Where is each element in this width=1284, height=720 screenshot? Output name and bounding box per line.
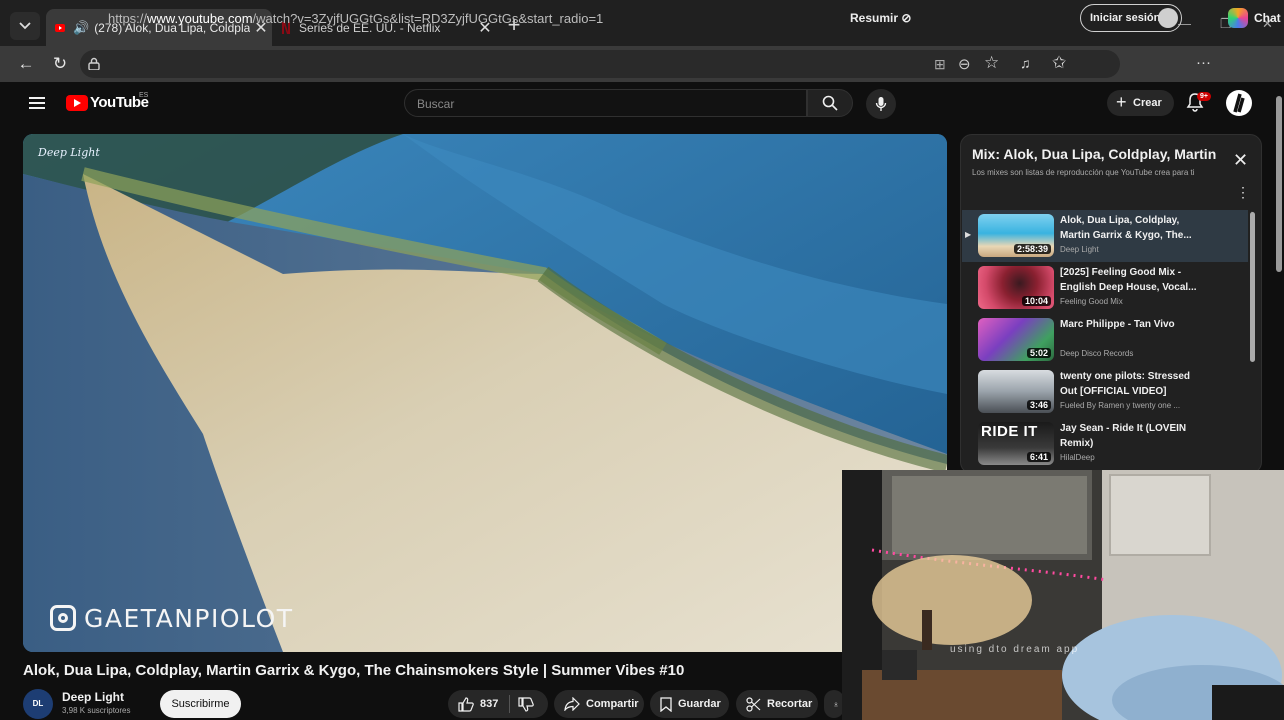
thumbs-up-icon	[458, 696, 474, 712]
playlist-item-title: twenty one pilots: Stressed Out [OFFICIA…	[1060, 371, 1191, 397]
webcam-caption: using dto dream app	[950, 644, 1080, 655]
video-watermark-instagram: GAETANPIOLOT	[50, 604, 294, 633]
like-dislike-group: 837	[448, 690, 548, 718]
summarize-button[interactable]: Resumir ⊘	[850, 11, 911, 25]
playlist-item[interactable]: 5:02 Marc Philippe - Tan Vivo Deep Disco…	[962, 314, 1248, 366]
favorite-star-icon[interactable]: ☆	[984, 53, 999, 73]
search-placeholder: Buscar	[417, 97, 455, 111]
playlist-more-icon[interactable]: ⋮	[1236, 184, 1250, 201]
summarize-icon: ⊘	[901, 11, 912, 25]
thumbnail-text: RIDE IT	[981, 423, 1038, 440]
speaker-icon[interactable]: 🔊	[73, 20, 89, 36]
country-code: ES	[139, 92, 149, 99]
chevron-down-icon	[19, 22, 31, 30]
playlist-title[interactable]: Mix: Alok, Dua Lipa, Coldplay, Martin Ga…	[972, 146, 1217, 162]
video-title: Alok, Dua Lipa, Coldplay, Martin Garrix …	[23, 662, 685, 679]
duration-badge: 10:04	[1021, 296, 1051, 306]
playlist-thumbnail: 3:46	[978, 370, 1054, 413]
reload-icon[interactable]: ↻	[48, 52, 72, 76]
reading-view-icon[interactable]: ⊞	[934, 56, 946, 73]
page-scrollbar[interactable]	[1276, 96, 1282, 272]
playlist-item-title: Marc Philippe - Tan Vivo	[1060, 319, 1175, 330]
playlist-subtitle: Los mixes son listas de reproducción que…	[972, 168, 1195, 177]
playlist-item-title: Jay Sean - Ride It (LOVEIN Remix)	[1060, 423, 1187, 449]
playlist-thumbnail: 2:58:39	[978, 214, 1054, 257]
clip-button[interactable]: Recortar	[736, 690, 818, 718]
back-icon[interactable]: ←	[14, 52, 38, 76]
search-button[interactable]	[807, 89, 853, 117]
save-button[interactable]: Guardar	[650, 690, 729, 718]
playlist-item-channel: HilalDeep	[1060, 453, 1095, 462]
download-button[interactable]	[824, 690, 844, 718]
copilot-icon[interactable]	[1228, 8, 1248, 28]
duration-badge: 2:58:39	[1013, 244, 1051, 254]
scissors-icon	[746, 696, 761, 712]
playlist-item-channel: Deep Light	[1060, 245, 1099, 254]
like-divider	[509, 695, 510, 713]
download-icon	[834, 702, 838, 707]
playlist-item[interactable]: RIDE IT 6:41 Jay Sean - Ride It (LOVEIN …	[962, 418, 1248, 470]
create-button[interactable]: Crear	[1107, 89, 1174, 116]
zoom-icon[interactable]: ⊖	[958, 55, 971, 73]
close-playlist-icon[interactable]: ✕	[1233, 150, 1248, 171]
chat-button[interactable]: Chat	[1254, 11, 1281, 25]
search-icon	[822, 95, 838, 111]
webcam-scene	[842, 470, 1284, 720]
extensions-icon[interactable]: ♫	[1020, 55, 1031, 71]
playlist-thumbnail: 10:04	[978, 266, 1054, 309]
subscriber-count: 3,98 K suscriptores	[62, 706, 131, 715]
playlist-item-title: Alok, Dua Lipa, Coldplay, Martin Garrix …	[1060, 215, 1192, 241]
playlist-item-channel: Feeling Good Mix	[1060, 297, 1123, 306]
favorites-icon[interactable]: ✩	[1052, 53, 1066, 73]
like-button[interactable]: 837	[448, 690, 498, 718]
playlist-item[interactable]: 3:46 twenty one pilots: Stressed Out [OF…	[962, 366, 1248, 418]
thumbs-down-icon[interactable]	[518, 697, 534, 712]
duration-badge: 6:41	[1026, 452, 1051, 462]
playlist-item-channel: Deep Disco Records	[1060, 349, 1134, 358]
like-count: 837	[480, 698, 499, 710]
menu-icon[interactable]	[29, 97, 45, 109]
playlist-item[interactable]: 10:04 [2025] Feeling Good Mix - English …	[962, 262, 1248, 314]
video-player[interactable]	[23, 134, 947, 652]
share-icon	[564, 697, 580, 711]
more-options-icon[interactable]: ···	[1196, 54, 1211, 71]
duration-badge: 5:02	[1026, 348, 1051, 358]
search-input[interactable]: Buscar	[404, 89, 807, 117]
youtube-logo-icon[interactable]	[66, 95, 88, 111]
channel-name[interactable]: Deep Light	[62, 690, 124, 704]
subscribe-button[interactable]: Suscribirme	[160, 690, 241, 718]
playlist-item-title: [2025] Feeling Good Mix - English Deep H…	[1060, 267, 1197, 293]
playlist-thumbnail: 5:02	[978, 318, 1054, 361]
notification-count-badge: 9+	[1197, 92, 1211, 101]
playlist-item-channel: Fueled By Ramen y twenty one ...	[1060, 401, 1181, 410]
share-button[interactable]: Compartir	[554, 690, 644, 718]
address-toolbar: ← ↻	[0, 46, 1284, 82]
channel-avatar[interactable]: DL	[23, 689, 53, 719]
youtube-favicon-icon	[55, 23, 65, 32]
video-frame-cliff	[23, 134, 947, 652]
duration-badge: 3:46	[1026, 400, 1051, 410]
lock-icon[interactable]	[88, 57, 100, 70]
avatar-icon	[1233, 93, 1245, 113]
now-playing-icon: ▶	[965, 230, 972, 239]
tab-list-button[interactable]	[10, 12, 40, 40]
webcam-overlay	[842, 470, 1284, 720]
instagram-icon	[50, 605, 76, 631]
playlist-thumbnail: RIDE IT 6:41	[978, 422, 1054, 465]
playlist-item[interactable]: ▶ 2:58:39 Alok, Dua Lipa, Coldplay, Mart…	[962, 210, 1248, 262]
bookmark-icon	[660, 696, 672, 712]
playlist-scrollbar[interactable]	[1250, 212, 1255, 362]
url-text[interactable]: https://www.youtube.com/watch?v=3ZyjfUGG…	[108, 11, 603, 26]
microphone-icon	[875, 97, 887, 111]
voice-search-button[interactable]	[866, 89, 896, 119]
sign-in-button[interactable]: Iniciar sesión	[1080, 4, 1182, 32]
profile-avatar-icon	[1158, 8, 1178, 28]
account-avatar[interactable]	[1226, 90, 1252, 116]
video-watermark-logo: Deep Light	[38, 146, 100, 159]
